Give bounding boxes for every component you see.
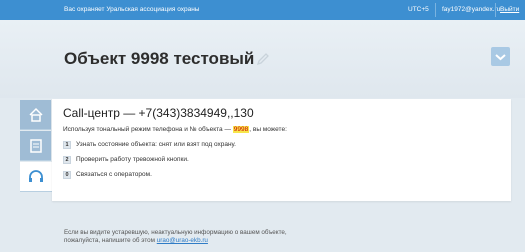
logout-link[interactable]: Выйти (500, 6, 519, 13)
collapse-button[interactable] (491, 47, 510, 66)
tab-home[interactable] (20, 100, 51, 130)
tab-callcenter[interactable] (20, 162, 54, 192)
object-number-highlight: 9998 (232, 126, 250, 133)
list-item: 1 Узнать состояние объекта: снят или взят… (63, 141, 236, 149)
option-number: 0 (63, 171, 71, 179)
brand-text: Вас охраняет Уральская ассоциация охраны (64, 6, 200, 13)
tab-document[interactable] (20, 131, 51, 161)
call-center-title: Call-центр — +7(343)3834949,,130 (63, 106, 254, 120)
timezone-label: UTC+5 (408, 6, 429, 13)
headset-icon (29, 170, 43, 182)
footer-note: Если вы видите устаревшую, неактуальную … (64, 229, 364, 245)
pencil-icon[interactable] (256, 52, 270, 66)
support-email-link[interactable]: urao@urao-ekb.ru (157, 237, 208, 244)
option-text: Связаться с оператором. (76, 171, 152, 178)
footer-line: Если вы видите устаревшую, неактуальную … (64, 229, 287, 236)
instruction-prefix: Используя тональный режим телефона и № о… (63, 126, 231, 133)
instruction-text: Используя тональный режим телефона и № о… (63, 126, 287, 133)
list-item: 2 Проверить работу тревожной кнопки. (63, 156, 189, 164)
call-center-card: Call-центр — +7(343)3834949,,130 Использ… (52, 99, 511, 201)
document-icon (30, 139, 42, 153)
option-number: 1 (63, 141, 71, 149)
option-number: 2 (63, 156, 71, 164)
option-text: Узнать состояние объекта: снят или взят … (76, 141, 236, 148)
option-text: Проверить работу тревожной кнопки. (76, 156, 189, 163)
page-title: Объект 9998 тестовый (64, 49, 255, 68)
footer-line: пожалуйста, напишите об этом urao@urao-e… (64, 237, 364, 245)
divider (435, 3, 436, 17)
chevron-down-icon (495, 54, 506, 61)
instruction-suffix: , вы можете: (249, 126, 287, 133)
list-item: 0 Связаться с оператором. (63, 171, 152, 179)
divider (495, 3, 496, 17)
user-email[interactable]: fay1972@yandex.ru (442, 6, 500, 13)
footer-text: пожалуйста, напишите об этом (64, 237, 155, 244)
top-bar: Вас охраняет Уральская ассоциация охраны… (0, 0, 525, 20)
home-icon (29, 107, 43, 122)
